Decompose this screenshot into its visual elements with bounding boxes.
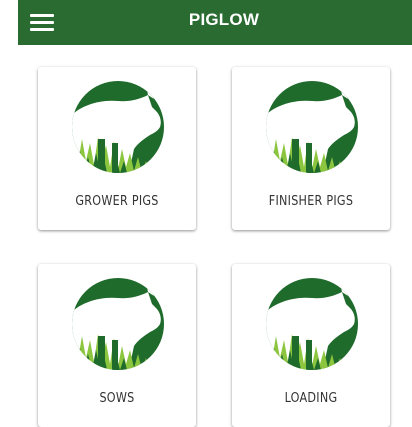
tile-loading[interactable]: LOADING <box>232 264 390 427</box>
pig-logo-icon <box>68 274 168 374</box>
tile-sows[interactable]: SOWS <box>38 264 196 427</box>
tile-label: FINISHER PIGS <box>268 194 354 209</box>
tile-finisher-pigs[interactable]: FINISHER PIGS <box>232 67 390 230</box>
tile-label: LOADING <box>284 391 338 406</box>
pig-logo-icon <box>262 274 362 374</box>
tile-label: SOWS <box>99 391 135 406</box>
pig-logo-icon <box>262 77 362 177</box>
tile-grower-pigs[interactable]: GROWER PIGS <box>38 67 196 230</box>
app-bar: PIGLOW <box>18 0 412 45</box>
pig-logo-icon <box>68 77 168 177</box>
app-title: PIGLOW <box>188 10 260 29</box>
tile-label: GROWER PIGS <box>75 194 159 209</box>
